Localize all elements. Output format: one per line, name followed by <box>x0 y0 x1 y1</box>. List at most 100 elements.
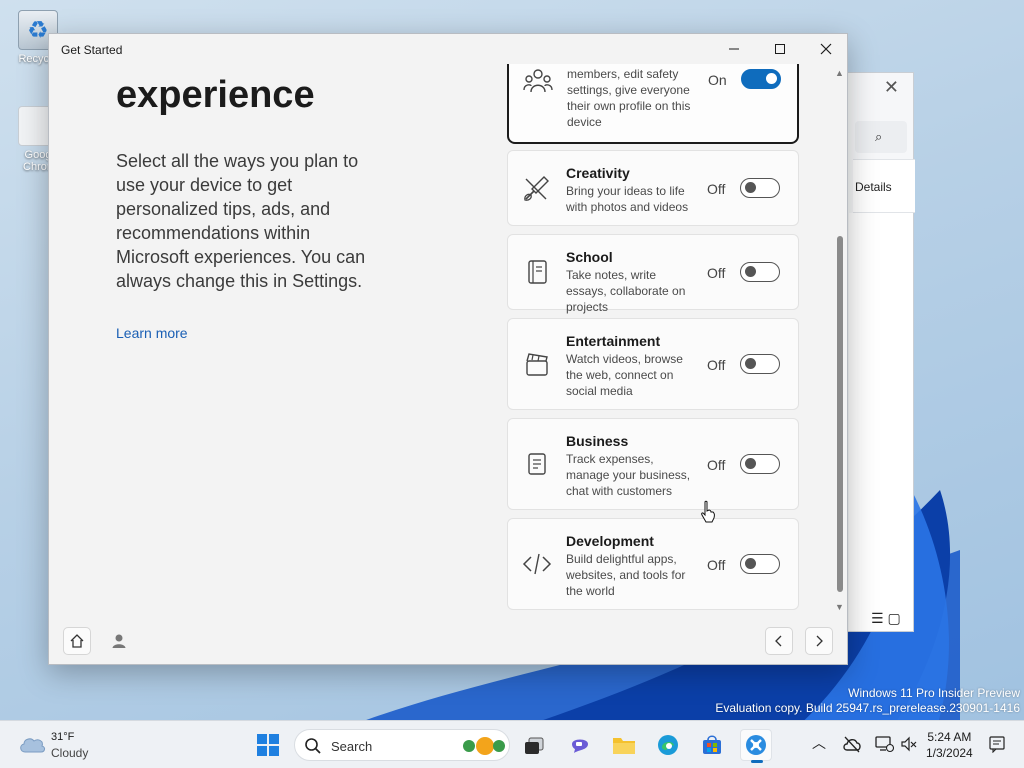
close-icon <box>820 43 832 55</box>
family-icon <box>523 66 553 96</box>
paintbrush-icon <box>522 173 552 203</box>
details-tab[interactable]: Details <box>853 159 915 213</box>
business-toggle[interactable] <box>740 454 780 474</box>
start-button[interactable] <box>252 729 284 761</box>
toggle-knob <box>745 266 756 277</box>
scroll-up-icon[interactable]: ▲ <box>835 68 844 78</box>
toggle-state-label: Off <box>707 557 726 573</box>
toggle-knob <box>745 458 756 469</box>
options-scrollbar[interactable]: ▲ ▼ <box>833 64 847 618</box>
volume-muted-icon[interactable] <box>900 735 918 753</box>
maximize-button[interactable] <box>757 34 803 64</box>
chevron-right-icon <box>816 635 823 647</box>
close-icon[interactable]: ✕ <box>884 77 899 98</box>
page-description: Select all the ways you plan to use your… <box>116 151 366 291</box>
back-button[interactable] <box>765 627 793 655</box>
option-card-family[interactable]: members, edit safety settings, give ever… <box>507 64 799 144</box>
option-card-business[interactable]: Business Track expenses, manage your bus… <box>507 418 799 510</box>
weather-temperature: 31°F <box>51 731 75 743</box>
code-icon <box>522 549 552 579</box>
option-description: Track expenses, manage your business, ch… <box>566 452 691 498</box>
show-hidden-icons-chevron-up-icon[interactable]: ︿ <box>812 733 826 753</box>
hand-cursor-icon <box>701 500 715 523</box>
clapperboard-icon <box>522 349 552 379</box>
build-watermark: Windows 11 Pro Insider Preview Evaluatio… <box>715 686 1020 716</box>
usage-options-list: members, edit safety settings, give ever… <box>507 64 833 612</box>
option-card-entertainment[interactable]: Entertainment Watch videos, browse the w… <box>507 318 799 410</box>
store-button[interactable] <box>696 729 728 761</box>
get-started-app-button[interactable] <box>740 729 772 763</box>
scroll-thumb[interactable] <box>837 236 843 592</box>
family-toggle[interactable] <box>741 69 781 89</box>
search-icon: ⌕ <box>875 129 883 144</box>
windows-logo-icon <box>257 734 279 756</box>
get-started-window: Get Started experience Select all the wa… <box>48 33 848 665</box>
development-toggle[interactable] <box>740 554 780 574</box>
school-toggle[interactable] <box>740 262 780 282</box>
document-icon <box>522 449 552 479</box>
option-title: School <box>566 249 613 265</box>
toggle-state-label: Off <box>707 181 726 197</box>
page-heading: experience <box>116 74 315 116</box>
file-explorer-button[interactable] <box>608 729 640 761</box>
entertainment-toggle[interactable] <box>740 354 780 374</box>
toggle-state-label: Off <box>707 265 726 281</box>
notebook-icon <box>522 257 552 287</box>
toggle-knob <box>745 182 756 193</box>
option-card-development[interactable]: Development Build delightful apps, websi… <box>507 518 799 610</box>
get-started-icon <box>746 735 766 755</box>
weather-condition: Cloudy <box>51 746 89 760</box>
chat-button[interactable] <box>564 729 596 761</box>
onedrive-icon[interactable] <box>842 735 862 753</box>
option-description: Watch videos, browse the web, connect on… <box>566 352 683 398</box>
window-title: Get Started <box>61 43 123 57</box>
next-button[interactable] <box>805 627 833 655</box>
creativity-toggle[interactable] <box>740 178 780 198</box>
notification-icon[interactable] <box>988 735 1006 753</box>
account-button[interactable] <box>105 627 133 655</box>
task-view-icon <box>525 737 544 754</box>
toggle-knob <box>745 558 756 569</box>
system-clock[interactable]: 5:24 AM 1/3/2024 <box>926 729 973 761</box>
minimize-icon <box>729 48 739 50</box>
option-title: Development <box>566 533 654 549</box>
edge-browser-icon <box>658 735 678 755</box>
folder-icon <box>613 738 635 754</box>
watermark-line1: Windows 11 Pro Insider Preview <box>848 686 1020 700</box>
search-box[interactable]: ⌕ <box>855 121 907 153</box>
store-icon <box>703 735 721 754</box>
task-view-button[interactable] <box>518 729 550 761</box>
watermark-line2: Evaluation copy. Build 25947.rs_prerelea… <box>715 701 1020 715</box>
clock-date: 1/3/2024 <box>926 746 973 760</box>
option-description: members, edit safety settings, give ever… <box>567 67 691 129</box>
toggle-state-label: On <box>708 72 727 88</box>
option-description: Build delightful apps, websites, and too… <box>566 552 686 598</box>
close-button[interactable] <box>803 34 847 64</box>
taskbar-search[interactable]: Search <box>294 729 510 761</box>
toggle-knob <box>766 73 777 84</box>
option-card-creativity[interactable]: Creativity Bring your ideas to life with… <box>507 150 799 226</box>
minimize-button[interactable] <box>711 34 757 64</box>
option-card-school[interactable]: School Take notes, write essays, collabo… <box>507 234 799 314</box>
taskbar: 31°F Cloudy Search ︿ 5:24 AM 1/3/2024 <box>0 720 1024 768</box>
search-placeholder: Search <box>331 739 373 754</box>
search-icon <box>305 738 321 754</box>
toggle-state-label: Off <box>707 357 726 373</box>
clock-time: 5:24 AM <box>927 730 972 744</box>
background-window-body <box>849 213 913 631</box>
toggle-knob <box>745 358 756 369</box>
cloud-icon <box>20 738 45 753</box>
edge-button[interactable] <box>652 729 684 761</box>
search-highlight-icon <box>463 737 505 755</box>
option-description: Bring your ideas to life with photos and… <box>566 184 689 214</box>
maximize-icon <box>775 44 785 54</box>
scroll-down-icon[interactable]: ▼ <box>835 602 844 612</box>
chat-icon <box>572 739 588 753</box>
toggle-state-label: Off <box>707 457 726 473</box>
view-mode-icons[interactable]: ☰▢ <box>871 610 905 627</box>
title-bar[interactable]: Get Started <box>49 34 847 64</box>
option-title: Entertainment <box>566 333 661 349</box>
learn-more-link[interactable]: Learn more <box>116 325 188 341</box>
network-icon[interactable] <box>874 735 894 753</box>
home-button[interactable] <box>63 627 91 655</box>
